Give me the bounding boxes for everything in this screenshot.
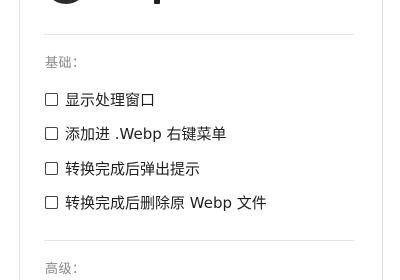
- option-delete-original[interactable]: 转换完成后删除原 Webp 文件: [45, 192, 267, 212]
- option-label: 转换完成后弹出提示: [65, 159, 201, 178]
- divider: [44, 34, 354, 35]
- app-title-fragment: [154, 0, 160, 4]
- option-label: 添加进 .Webp 右键菜单: [65, 124, 227, 143]
- app-logo-icon: [53, 0, 79, 4]
- option-show-window[interactable]: 显示处理窗口: [45, 89, 155, 109]
- delete-original-checkbox[interactable]: [45, 195, 58, 209]
- option-add-context-menu[interactable]: 添加进 .Webp 右键菜单: [45, 123, 227, 143]
- divider: [44, 240, 354, 241]
- notify-on-complete-checkbox[interactable]: [45, 161, 58, 175]
- section-title-basic: 基础：: [45, 56, 86, 71]
- option-label: 转换完成后删除原 Webp 文件: [65, 193, 267, 212]
- option-label: 显示处理窗口: [65, 90, 156, 109]
- section-title-advanced: 高级：: [45, 262, 86, 277]
- show-window-checkbox[interactable]: [45, 92, 58, 106]
- add-context-menu-checkbox[interactable]: [45, 126, 58, 140]
- option-notify-on-complete[interactable]: 转换完成后弹出提示: [45, 158, 200, 178]
